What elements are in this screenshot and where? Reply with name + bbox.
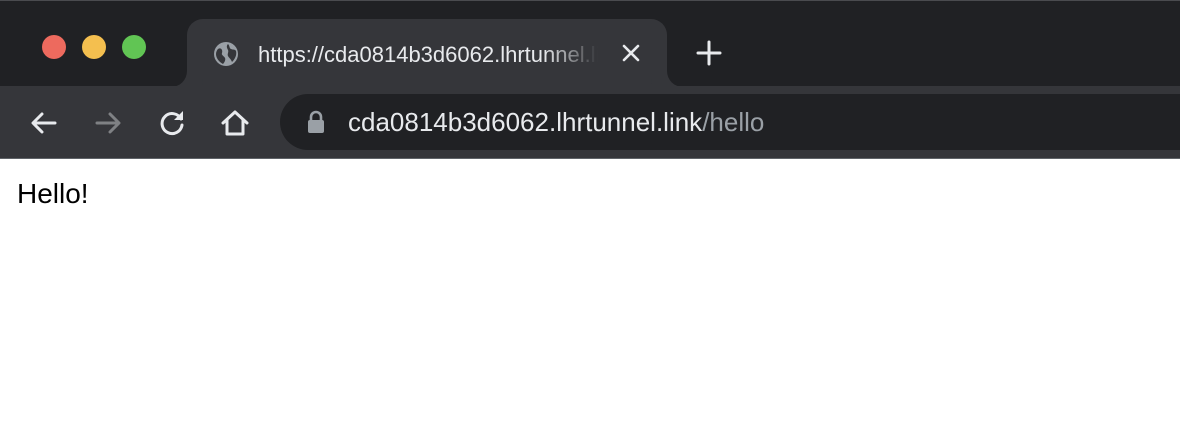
globe-icon <box>214 42 238 66</box>
address-bar[interactable]: cda0814b3d6062.lhrtunnel.link/hello <box>280 94 1180 150</box>
tab-strip: https://cda0814b3d6062.lhrtunnel.link/he… <box>0 0 1180 87</box>
browser-window: https://cda0814b3d6062.lhrtunnel.link/he… <box>0 0 1180 446</box>
window-minimize-button[interactable] <box>82 35 106 59</box>
close-tab-icon[interactable] <box>619 41 643 65</box>
new-tab-icon[interactable] <box>694 38 724 68</box>
browser-toolbar: cda0814b3d6062.lhrtunnel.link/hello <box>0 86 1180 159</box>
url-host: cda0814b3d6062.lhrtunnel.link <box>348 107 703 137</box>
home-icon[interactable] <box>219 107 251 139</box>
tab-title: https://cda0814b3d6062.lhrtunnel.link/he… <box>258 42 598 67</box>
url-path: /hello <box>702 107 765 137</box>
page-body-text: Hello! <box>17 178 89 209</box>
lock-icon[interactable] <box>306 110 326 134</box>
back-icon[interactable] <box>28 107 60 139</box>
window-maximize-button[interactable] <box>122 35 146 59</box>
forward-icon[interactable] <box>92 107 124 139</box>
url-text[interactable]: cda0814b3d6062.lhrtunnel.link/hello <box>348 94 764 150</box>
page-content: Hello! <box>0 160 1180 446</box>
tab-active[interactable]: https://cda0814b3d6062.lhrtunnel.link/he… <box>187 19 667 87</box>
window-close-button[interactable] <box>42 35 66 59</box>
reload-icon[interactable] <box>156 107 188 139</box>
